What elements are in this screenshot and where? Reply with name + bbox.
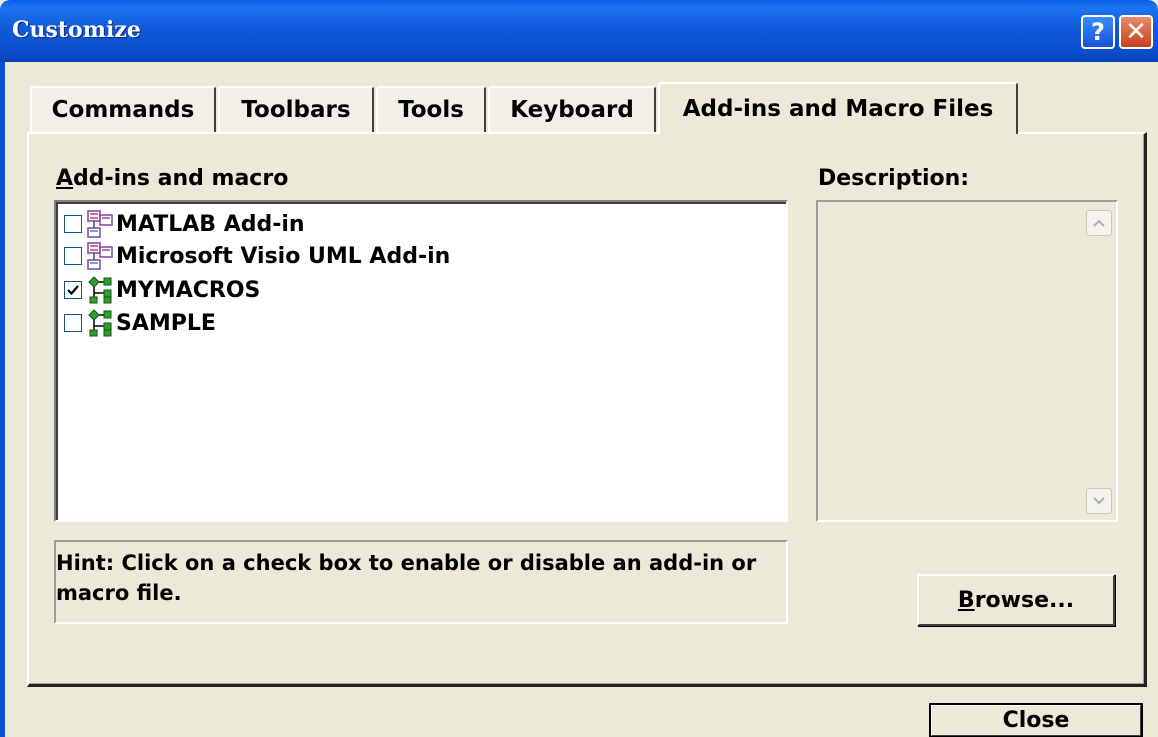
browse-button[interactable]: Browse... — [917, 574, 1115, 626]
macro-file-icon — [88, 276, 112, 304]
macro-file-icon — [88, 309, 112, 337]
list-item-mymacros[interactable]: MYMACROS — [64, 274, 260, 306]
close-icon: ✕ — [1125, 17, 1147, 47]
tab-label: Keyboard — [510, 97, 634, 123]
close-button[interactable]: Close — [929, 703, 1143, 737]
window-frame — [0, 62, 5, 737]
close-label: Close — [1002, 708, 1070, 733]
check-mark-icon — [67, 285, 79, 296]
tab-label: Tools — [398, 97, 464, 123]
tab-tools[interactable]: Tools — [376, 86, 486, 132]
title-bar[interactable]: Customize ? ✕ — [0, 0, 1158, 62]
checkbox-unchecked[interactable] — [64, 314, 82, 332]
tab-add-ins-and-macro-files[interactable]: Add-ins and Macro Files — [658, 82, 1018, 134]
addins-heading-rest: dd-ins and macro — [73, 166, 289, 191]
item-label: MYMACROS — [116, 277, 261, 303]
addins-heading-mnemonic: A — [56, 166, 74, 191]
tab-label: Commands — [51, 97, 195, 123]
description-box — [816, 200, 1118, 522]
addins-listbox[interactable]: MATLAB Add-in Microsoft Visio UML Add-in — [54, 200, 788, 522]
checkbox-unchecked[interactable] — [64, 215, 82, 233]
hint-box: Hint: Click on a check box to enable or … — [54, 540, 788, 624]
chevron-up-icon — [1093, 219, 1105, 227]
item-label: SAMPLE — [116, 310, 216, 336]
tab-label: Toolbars — [241, 97, 351, 123]
checkbox-checked[interactable] — [64, 281, 82, 299]
item-label: MATLAB Add-in — [116, 211, 305, 237]
browse-mnemonic: B — [957, 587, 975, 613]
window-title: Customize — [12, 17, 141, 43]
browse-label: Browse... — [958, 588, 1074, 613]
list-item-matlab-add-in[interactable]: MATLAB Add-in — [64, 208, 305, 240]
scroll-up-button[interactable] — [1086, 210, 1112, 236]
scroll-down-button[interactable] — [1086, 488, 1112, 514]
chevron-down-icon — [1093, 497, 1105, 505]
window-close-button[interactable]: ✕ — [1119, 15, 1153, 49]
addin-icon — [87, 242, 113, 270]
addin-icon — [87, 210, 113, 238]
item-label: Microsoft Visio UML Add-in — [116, 243, 451, 269]
tab-toolbars[interactable]: Toolbars — [218, 86, 374, 132]
tab-commands[interactable]: Commands — [30, 86, 216, 132]
list-item-microsoft-visio-uml-add-in[interactable]: Microsoft Visio UML Add-in — [64, 240, 450, 272]
addins-listbox-inner: MATLAB Add-in Microsoft Visio UML Add-in — [56, 202, 786, 520]
tab-label: Add-ins and Macro Files — [682, 96, 994, 122]
checkbox-unchecked[interactable] — [64, 247, 82, 265]
help-button[interactable]: ? — [1081, 15, 1115, 49]
help-icon: ? — [1091, 18, 1105, 46]
list-item-sample[interactable]: SAMPLE — [64, 307, 216, 339]
browse-label-rest: rowse... — [974, 587, 1075, 613]
description-heading: Description: — [818, 166, 970, 191]
tab-keyboard[interactable]: Keyboard — [488, 86, 656, 132]
hint-text: Hint: Click on a check box to enable or … — [56, 551, 757, 605]
addins-heading: Add-ins and macro — [56, 166, 288, 191]
